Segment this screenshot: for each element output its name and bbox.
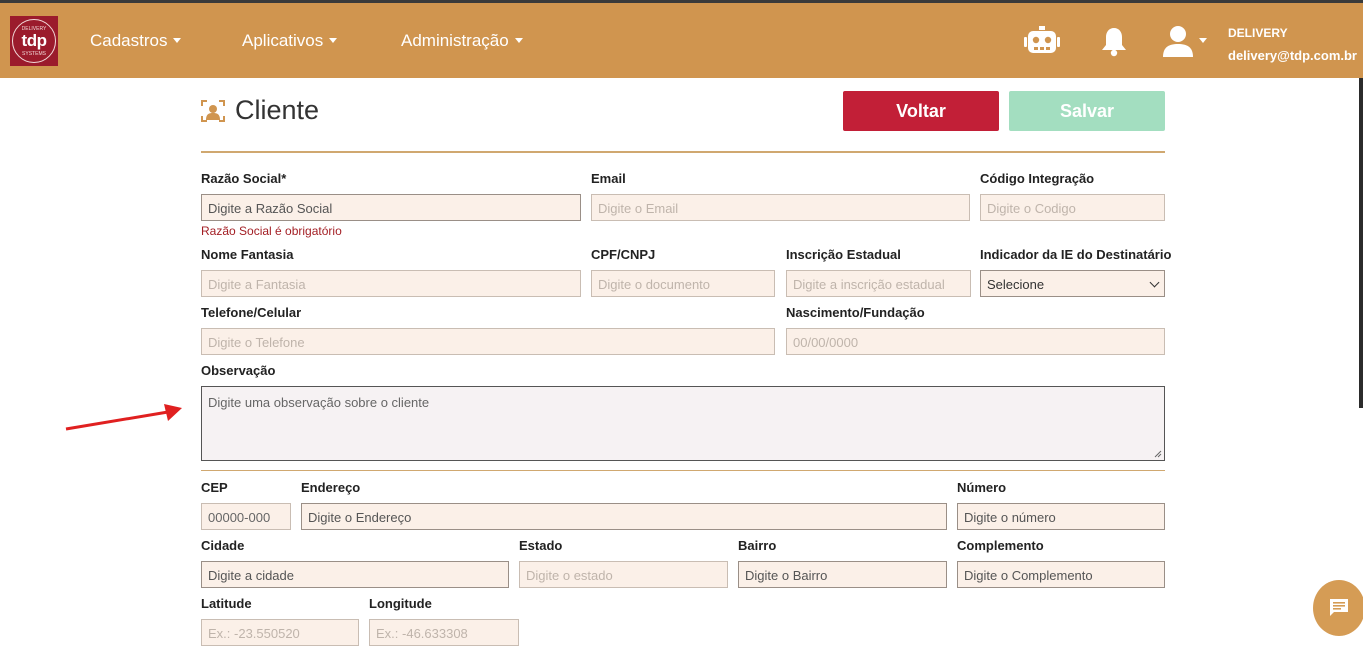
back-button[interactable]: Voltar [843, 91, 999, 131]
fantasia-label: Nome Fantasia [201, 247, 294, 262]
logo-text: tdp [21, 31, 47, 50]
indicador-select[interactable]: Selecione [980, 270, 1165, 297]
user-email: delivery@tdp.com.br [1228, 48, 1357, 63]
latitude-input[interactable]: Ex.: -23.550520 [201, 619, 359, 646]
ie-input[interactable]: Digite a inscrição estadual [786, 270, 971, 297]
logo-arc-top: DELIVERY [21, 26, 47, 32]
longitude-label: Longitude [369, 596, 432, 611]
top-navbar: DELIVERY tdp SYSTEMS [0, 3, 1363, 78]
razao-social-error: Razão Social é obrigatório [201, 224, 342, 238]
fantasia-input[interactable]: Digite a Fantasia [201, 270, 581, 297]
user-icon[interactable] [1163, 25, 1209, 57]
codigo-input[interactable]: Digite o Codigo [980, 194, 1165, 221]
cpf-label: CPF/CNPJ [591, 247, 656, 262]
robot-icon[interactable] [1024, 26, 1060, 56]
bairro-input[interactable]: Digite o Bairro [738, 561, 947, 588]
cep-label: CEP [201, 480, 228, 495]
email-input[interactable]: Digite o Email [591, 194, 970, 221]
cidade-label: Cidade [201, 538, 245, 553]
resize-handle-icon[interactable] [1154, 450, 1162, 458]
caret-down-icon [514, 38, 523, 43]
chat-button[interactable] [1313, 580, 1363, 636]
nav-menu-aplicativos[interactable]: Aplicativos [242, 3, 338, 78]
chat-icon [1330, 599, 1348, 616]
page-title: Cliente [235, 95, 320, 125]
complemento-label: Complemento [957, 538, 1044, 553]
bell-icon[interactable] [1101, 27, 1127, 57]
complemento-input[interactable]: Digite o Complemento [957, 561, 1165, 588]
telefone-label: Telefone/Celular [201, 305, 302, 320]
divider [201, 151, 1165, 153]
logo-arc-bottom: SYSTEMS [22, 51, 46, 57]
numero-input[interactable]: Digite o número [957, 503, 1165, 530]
nascimento-label: Nascimento/Fundação [786, 305, 925, 320]
caret-down-icon [173, 38, 182, 43]
user-name: DELIVERY [1228, 26, 1288, 40]
razao-social-label: Razão Social* [201, 171, 287, 186]
latitude-label: Latitude [201, 596, 252, 611]
cep-input[interactable]: 00000-000 [201, 503, 291, 530]
scrollbar[interactable] [1359, 78, 1363, 408]
estado-label: Estado [519, 538, 563, 553]
bairro-label: Bairro [738, 538, 777, 553]
razao-social-input[interactable]: Digite a Razão Social [201, 194, 581, 221]
caret-down-icon [329, 38, 338, 43]
nav-menu-administracao[interactable]: Administração [401, 3, 523, 78]
estado-input[interactable]: Digite o estado [519, 561, 728, 588]
client-icon [201, 100, 225, 122]
cidade-input[interactable]: Digite a cidade [201, 561, 509, 588]
codigo-label: Código Integração [980, 171, 1095, 186]
divider [201, 470, 1165, 471]
ie-label: Inscrição Estadual [786, 247, 901, 262]
telefone-input[interactable]: Digite o Telefone [201, 328, 775, 355]
email-label: Email [591, 171, 626, 186]
nav-menu-cadastros[interactable]: Cadastros [90, 3, 182, 78]
numero-label: Número [957, 480, 1007, 495]
longitude-input[interactable]: Ex.: -46.633308 [369, 619, 519, 646]
endereco-input[interactable]: Digite o Endereço [301, 503, 947, 530]
observacao-textarea[interactable]: Digite uma observação sobre o cliente [201, 386, 1165, 461]
brand-logo[interactable]: DELIVERY tdp SYSTEMS [10, 16, 58, 66]
cpf-input[interactable]: Digite o documento [591, 270, 775, 297]
observacao-label: Observação [201, 363, 276, 378]
indicador-label: Indicador da IE do Destinatário [980, 247, 1172, 262]
endereco-label: Endereço [301, 480, 361, 495]
save-button[interactable]: Salvar [1009, 91, 1165, 131]
nascimento-input[interactable]: 00/00/0000 [786, 328, 1165, 355]
annotation-arrow-icon [65, 404, 182, 431]
chevron-down-icon [1149, 277, 1160, 288]
